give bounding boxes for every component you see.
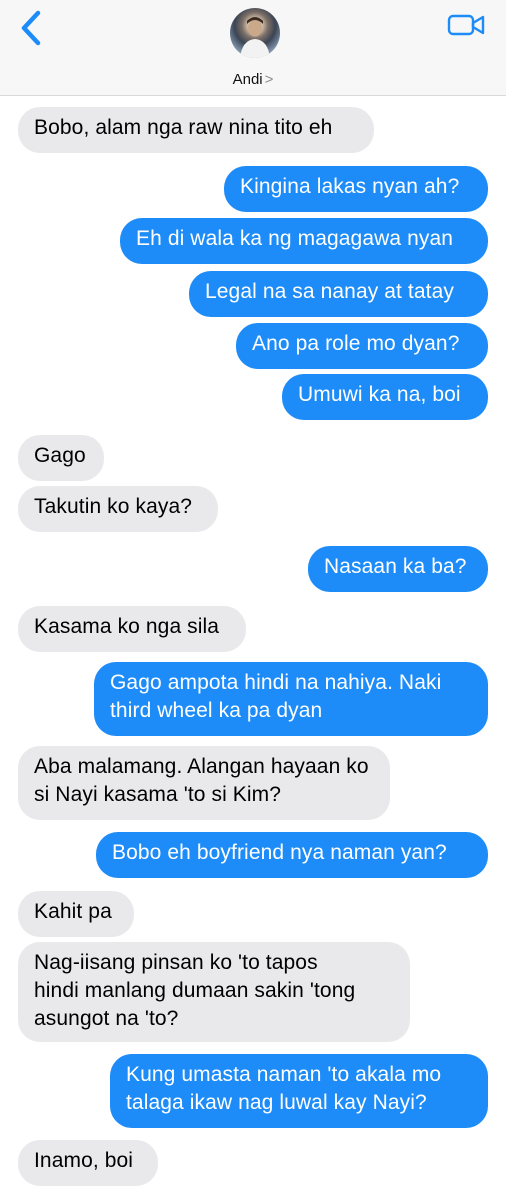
message-bubble-sent[interactable]: Bobo eh boyfriend nya naman yan?	[96, 832, 488, 878]
message-bubble-sent[interactable]: Legal na sa nanay at tatay	[189, 271, 488, 317]
contact-name[interactable]: Andi >	[0, 70, 506, 90]
video-camera-icon	[447, 14, 485, 36]
chevron-left-icon	[21, 10, 41, 46]
contact-avatar[interactable]	[230, 8, 280, 58]
message-bubble-received[interactable]: Aba malamang. Alangan hayaan ko si Nayi …	[18, 746, 390, 820]
message-bubble-received[interactable]: Inamo, boi	[18, 1140, 158, 1186]
message-bubble-received[interactable]: Takutin ko kaya?	[18, 486, 218, 532]
message-bubble-sent[interactable]: Gago ampota hindi na nahiya. Naki third …	[94, 662, 488, 736]
person-photo	[240, 17, 270, 58]
conversation-header: Andi >	[0, 0, 506, 96]
contact-name-label: Andi	[232, 71, 263, 88]
chevron-right-icon: >	[264, 71, 274, 88]
video-call-button[interactable]	[447, 12, 487, 38]
back-button[interactable]	[12, 8, 52, 48]
message-bubble-received[interactable]: Gago	[18, 435, 104, 481]
message-bubble-sent[interactable]: Kingina lakas nyan ah?	[224, 166, 488, 212]
message-bubble-received[interactable]: Kahit pa	[18, 891, 134, 937]
message-bubble-sent[interactable]: Kung umasta naman 'to akala mo talaga ik…	[110, 1054, 488, 1128]
message-bubble-sent[interactable]: Ano pa role mo dyan?	[236, 323, 488, 369]
message-bubble-received[interactable]: Kasama ko nga sila	[18, 606, 246, 652]
message-bubble-received[interactable]: Nag-iisang pinsan ko 'to tapos hindi man…	[18, 942, 410, 1042]
message-bubble-sent[interactable]: Umuwi ka na, boi	[282, 374, 488, 420]
message-bubble-sent[interactable]: Eh di wala ka ng magagawa nyan	[120, 218, 488, 264]
message-bubble-received[interactable]: Bobo, alam nga raw nina tito eh	[18, 107, 374, 153]
message-bubble-sent[interactable]: Nasaan ka ba?	[308, 546, 488, 592]
